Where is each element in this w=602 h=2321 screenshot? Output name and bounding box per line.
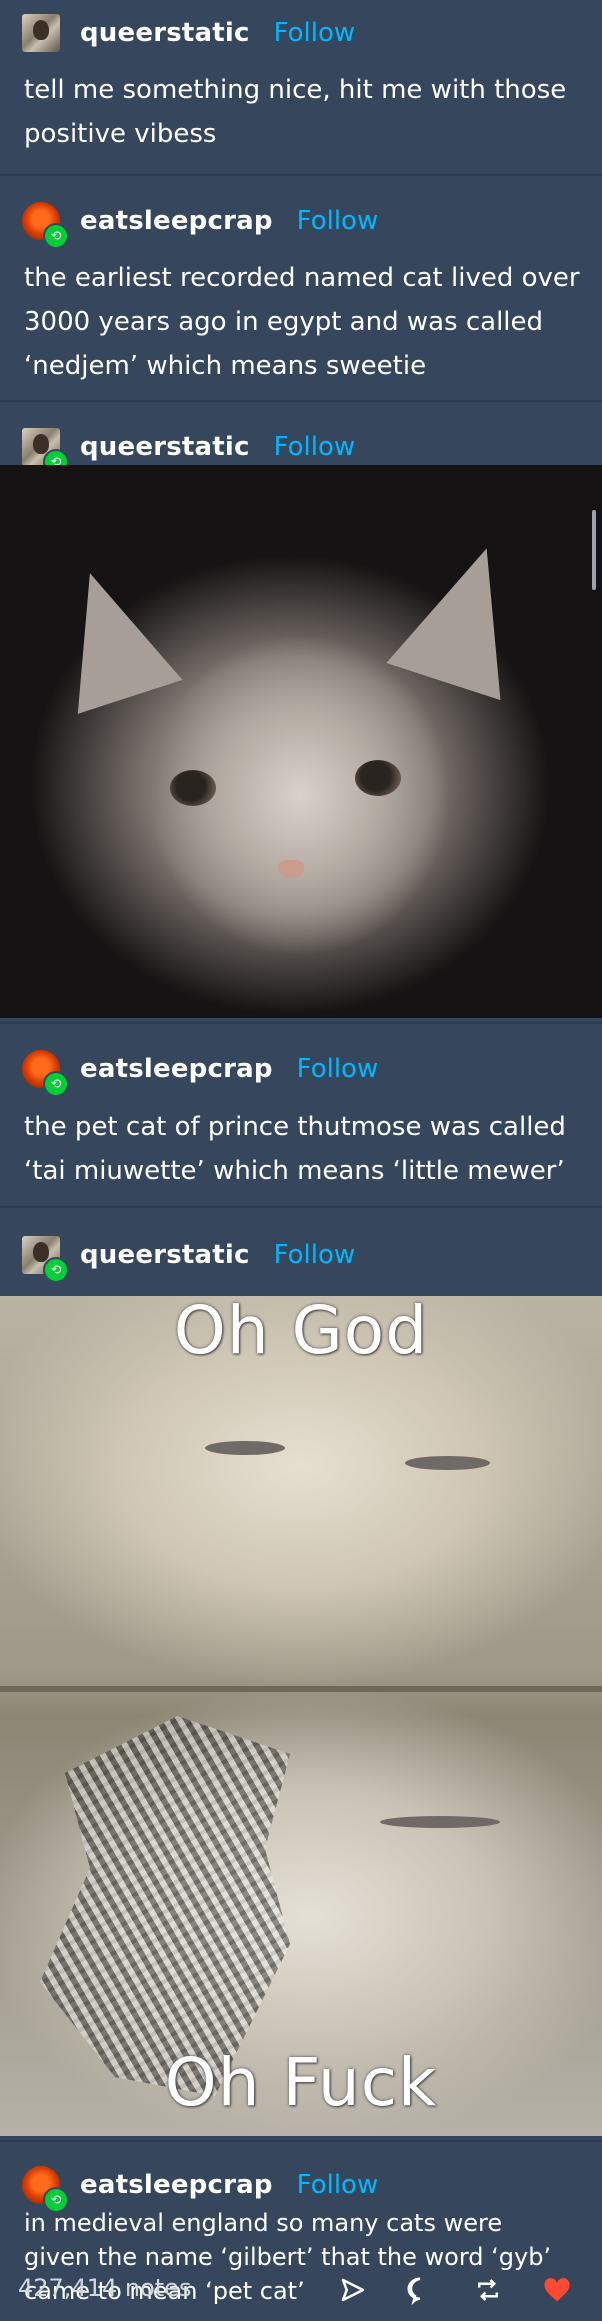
username[interactable]: queerstatic (80, 18, 250, 48)
post-text: the pet cat of prince thutmose was calle… (24, 1105, 584, 1193)
cat-eye (205, 1441, 285, 1455)
follow-button[interactable]: Follow (274, 18, 356, 48)
divider (0, 1022, 602, 1024)
cat-eye (170, 770, 216, 806)
follow-button[interactable]: Follow (274, 432, 356, 462)
text-line: tell me something nice, hit me with thos… (24, 75, 567, 105)
username[interactable]: queerstatic (80, 432, 250, 462)
divider (0, 400, 602, 402)
post-text: the earliest recorded named cat lived ov… (24, 256, 584, 388)
scrollbar[interactable] (592, 510, 596, 590)
reblog-icon: ⟲ (43, 223, 69, 249)
cat-eye (355, 760, 401, 796)
avatar[interactable]: ⟲ (22, 1236, 69, 1283)
post-text: tell me something nice, hit me with thos… (24, 68, 584, 156)
text-line: ‘tai miuwette’ which means ‘little mewer… (24, 1156, 565, 1186)
divider (0, 174, 602, 176)
notes-count[interactable]: 427,414 notes (18, 2274, 191, 2302)
oh-god-meme-image[interactable]: Oh God Oh Fuck (0, 1296, 602, 2136)
text-line: positive vibess (24, 119, 217, 149)
cat-ear (37, 556, 183, 714)
text-line: the pet cat of prince thutmose was calle… (24, 1112, 566, 1142)
post-header: ⟲ queerstatic Follow (22, 424, 356, 475)
username[interactable]: eatsleepcrap (80, 206, 273, 236)
avatar[interactable]: ⟲ (22, 1050, 69, 1097)
follow-button[interactable]: Follow (274, 1240, 356, 1270)
text-line: in medieval england so many cats were (24, 2209, 503, 2237)
post-footer: 427,414 notes (0, 2262, 602, 2321)
avatar[interactable] (22, 14, 60, 52)
cat-eye (405, 1456, 490, 1470)
crying-cat-image[interactable] (0, 465, 602, 1018)
divider (0, 1206, 602, 1208)
divider (0, 2140, 602, 2142)
reblog-icon[interactable] (468, 2270, 508, 2310)
username[interactable]: queerstatic (80, 1240, 250, 1270)
username[interactable]: eatsleepcrap (80, 1054, 273, 1084)
username[interactable]: eatsleepcrap (80, 2170, 273, 2200)
reblog-icon: ⟲ (43, 1071, 69, 1097)
glitch-effect (40, 1716, 290, 2096)
cat-ear (386, 529, 544, 701)
meme-caption-bottom: Oh Fuck (164, 2044, 438, 2121)
cat-eye (380, 1816, 500, 1828)
avatar[interactable]: ⟲ (22, 2166, 69, 2213)
text-line: ‘nedjem’ which means sweetie (24, 351, 427, 381)
text-line: the earliest recorded named cat lived ov… (24, 263, 580, 293)
follow-button[interactable]: Follow (297, 206, 379, 236)
heart-icon[interactable] (537, 2270, 577, 2310)
reply-icon[interactable] (400, 2270, 440, 2310)
text-line: 3000 years ago in egypt and was called (24, 307, 544, 337)
post-header: queerstatic Follow (22, 10, 355, 56)
post-header: ⟲ eatsleepcrap Follow (22, 2162, 379, 2213)
avatar[interactable]: ⟲ (22, 202, 69, 249)
share-icon[interactable] (333, 2270, 373, 2310)
avatar[interactable]: ⟲ (22, 428, 69, 475)
meme-caption-top: Oh God (173, 1296, 429, 1369)
follow-button[interactable]: Follow (297, 2170, 379, 2200)
post-header: ⟲ eatsleepcrap Follow (22, 1046, 379, 1097)
reblog-icon: ⟲ (43, 1257, 69, 1283)
panel-divider (0, 1686, 602, 1692)
post-header: ⟲ eatsleepcrap Follow (22, 198, 379, 249)
cat-nose (278, 860, 304, 878)
follow-button[interactable]: Follow (297, 1054, 379, 1084)
post-header: ⟲ queerstatic Follow (22, 1232, 356, 1283)
